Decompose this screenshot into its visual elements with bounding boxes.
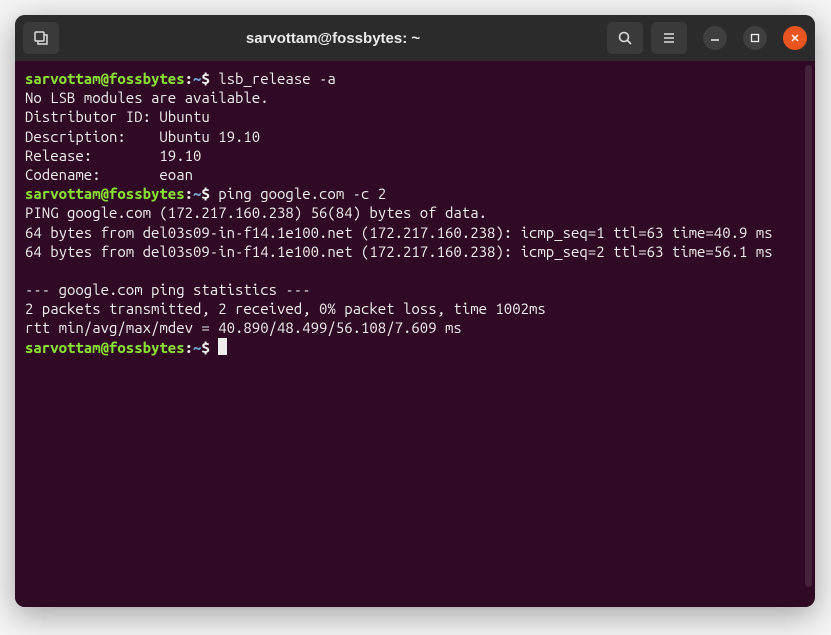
maximize-button[interactable] [743,26,767,50]
output-line: 64 bytes from del03s09-in-f14.1e100.net … [25,224,773,241]
output-line: --- google.com ping statistics --- [25,281,311,298]
command-2: ping google.com -c 2 [218,185,386,202]
prompt-dollar: $ [201,70,209,87]
maximize-icon [750,33,760,43]
prompt-user: sarvottam@fossbytes [25,70,185,87]
terminal-window: sarvottam@fossbytes: ~ [15,15,815,607]
cursor [218,338,227,355]
hamburger-icon [661,30,677,46]
window-title: sarvottam@fossbytes: ~ [246,30,420,47]
new-tab-icon [33,30,49,46]
output-line: Codename: eoan [25,166,193,183]
output-line: 2 packets transmitted, 2 received, 0% pa… [25,300,546,317]
command-1: lsb_release -a [218,70,336,87]
prompt-sep: : [185,339,193,356]
output-line: rtt min/avg/max/mdev = 40.890/48.499/56.… [25,319,462,336]
output-line: PING google.com (172.217.160.238) 56(84)… [25,204,487,221]
prompt-user: sarvottam@fossbytes [25,185,185,202]
prompt-dollar: $ [201,339,209,356]
output-line: Distributor ID: Ubuntu [25,108,210,125]
close-icon [790,33,800,43]
search-icon [617,30,633,46]
prompt-dollar: $ [201,185,209,202]
minimize-icon [710,33,720,43]
close-button[interactable] [783,26,807,50]
new-tab-button[interactable] [23,22,59,54]
prompt-sep: : [185,70,193,87]
menu-button[interactable] [651,22,687,54]
terminal-body[interactable]: sarvottam@fossbytes:~$ lsb_release -a No… [15,61,815,607]
prompt-sep: : [185,185,193,202]
output-line: Description: Ubuntu 19.10 [25,128,260,145]
search-button[interactable] [607,22,643,54]
prompt-user: sarvottam@fossbytes [25,339,185,356]
minimize-button[interactable] [703,26,727,50]
output-line: No LSB modules are available. [25,89,269,106]
output-line: 64 bytes from del03s09-in-f14.1e100.net … [25,243,773,260]
scrollbar[interactable] [805,65,812,587]
titlebar: sarvottam@fossbytes: ~ [15,15,815,61]
output-line: Release: 19.10 [25,147,201,164]
